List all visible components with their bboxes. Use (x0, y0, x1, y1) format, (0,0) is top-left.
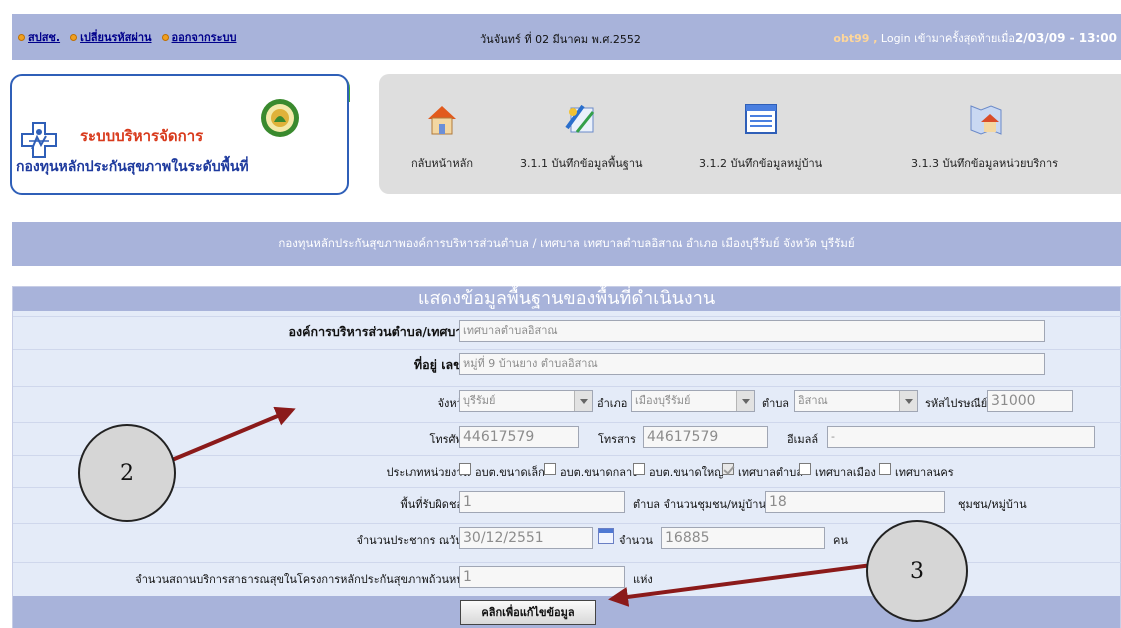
checkbox-town-municipality[interactable] (799, 463, 811, 475)
district-value: เมืองบุรีรัมย์ (635, 394, 691, 407)
subdistrict-value: อิสาณ (798, 394, 828, 407)
fax-label: โทรสาร (598, 433, 636, 446)
unit-type-medium-tao[interactable]: อบต.ขนาดกลาง (560, 463, 638, 481)
population-count-input[interactable]: 16885 (661, 527, 825, 549)
list-window-icon (744, 104, 777, 134)
population-unit-label: คน (833, 534, 848, 547)
fax-input[interactable]: 44617579 (643, 426, 768, 448)
bullet-icon (161, 33, 169, 41)
checkbox-subdistrict-municipality[interactable] (722, 463, 734, 475)
zip-input[interactable]: 31000 (987, 390, 1073, 412)
link-change-password[interactable]: เปลี่ยนรหัสผ่าน (70, 28, 152, 46)
nav-service-unit-data-label[interactable]: 3.1.3 บันทึกข้อมูลหน่วยบริการ (911, 154, 1058, 172)
nav-home-label[interactable]: กลับหน้าหลัก (411, 154, 473, 172)
top-links: สปสช. เปลี่ยนรหัสผ่าน ออกจากระบบ (18, 28, 236, 46)
district-select[interactable]: เมืองบุรีรัมย์ (631, 390, 755, 412)
link-nhso-label[interactable]: สปสช. (28, 28, 60, 46)
bullet-icon (70, 33, 78, 41)
area-input[interactable]: 1 (459, 491, 625, 513)
unit-type-subdistrict-municipality[interactable]: เทศบาลตำบล (738, 463, 803, 481)
phone-input[interactable]: 44617579 (459, 426, 579, 448)
bullet-icon (18, 33, 25, 41)
village-count-label: ตำบล จำนวนชุมชน/หมู่บ้าน (633, 498, 766, 511)
chevron-down-icon[interactable] (736, 391, 754, 411)
form-title: แสดงข้อมูลพื้นฐานของพื้นที่ดำเนินงาน (13, 287, 1120, 311)
nav-village-data-label[interactable]: 3.1.2 บันทึกข้อมูลหมู่บ้าน (699, 154, 822, 172)
link-logout[interactable]: ออกจากระบบ (161, 28, 237, 46)
facility-unit-label: แห่ง (633, 573, 653, 586)
population-label: จำนวนประชากร ณวันที่ (356, 534, 471, 547)
checkbox-medium-tao[interactable] (544, 463, 556, 475)
email-input[interactable]: - (827, 426, 1095, 448)
village-unit-label: ชุมชน/หมู่บ้าน (958, 498, 1027, 511)
population-date-input[interactable]: 30/12/2551 (459, 527, 593, 549)
login-time: 2/03/09 - 13:00 (1014, 31, 1117, 45)
ministry-seal-icon (261, 99, 299, 137)
nav-home[interactable]: กลับหน้าหลัก (411, 102, 473, 172)
nav-basic-data-label[interactable]: 3.1.1 บันทึกข้อมูลพื้นฐาน (520, 154, 643, 172)
province-value: บุรีรัมย์ (463, 394, 496, 407)
medical-cross-logo-icon (21, 122, 57, 158)
org-banner: กองทุนหลักประกันสุขภาพองค์การบริหารส่วนต… (12, 222, 1121, 266)
unit-type-small-tao[interactable]: อบต.ขนาดเล็ก (475, 463, 545, 481)
nav-basic-data[interactable]: 3.1.1 บันทึกข้อมูลพื้นฐาน (520, 102, 643, 172)
unit-type-label: ประเภทหน่วยงาน (386, 466, 470, 479)
checkbox-city-municipality[interactable] (879, 463, 891, 475)
row-area: พื้นที่รับผิดชอบ 1 ตำบล จำนวนชุมชน/หมู่บ… (13, 487, 1121, 515)
checkbox-small-tao[interactable] (459, 463, 471, 475)
link-change-password-label[interactable]: เปลี่ยนรหัสผ่าน (80, 28, 151, 46)
nav-service-unit-data[interactable]: 3.1.3 บันทึกข้อมูลหน่วยบริการ (911, 102, 1058, 172)
login-text: Login เข้ามาครั้งสุดท้ายเมื่อ (877, 32, 1015, 45)
link-logout-label[interactable]: ออกจากระบบ (172, 28, 237, 46)
unit-type-city-municipality[interactable]: เทศบาลนคร (895, 463, 954, 481)
app-root: สปสช. เปลี่ยนรหัสผ่าน ออกจากระบบ วันจันท… (0, 0, 1121, 628)
calendar-icon[interactable] (598, 528, 614, 544)
top-bar: สปสช. เปลี่ยนรหัสผ่าน ออกจากระบบ วันจันท… (12, 14, 1121, 60)
edit-tools-icon (565, 104, 595, 133)
current-date: วันจันทร์ ที่ 02 มีนาคม พ.ศ.2552 (480, 33, 641, 46)
annotation-callout-3: 3 (866, 520, 968, 622)
map-house-icon (970, 105, 1002, 135)
login-user: obt99 , (833, 32, 878, 45)
org-label: องค์การบริหารส่วนตำบล/เทศบาล (288, 324, 470, 339)
chevron-down-icon[interactable] (574, 391, 592, 411)
row-unit-type: ประเภทหน่วยงาน อบต.ขนาดเล็ก อบต.ขนาดกลาง… (13, 455, 1121, 483)
login-info: obt99 , Login เข้ามาครั้งสุดท้ายเมื่อ2/0… (833, 29, 1117, 47)
home-icon (427, 106, 456, 135)
row-contact: โทรศัพท์ 44617579 โทรสาร 44617579 อีเมลล… (13, 422, 1121, 450)
edit-data-button[interactable]: คลิกเพื่อแก้ไขข้อมูล (460, 600, 596, 625)
org-input[interactable]: เทศบาลตำบลอิสาณ (459, 320, 1045, 342)
row-address: ที่อยู่ เลขที่ หมู่ที่ 9 บ้านยาง ตำบลอิส… (13, 349, 1121, 377)
chevron-down-icon[interactable] (899, 391, 917, 411)
village-count-input[interactable]: 18 (765, 491, 945, 513)
logo-title: ระบบบริหารจัดการ (80, 127, 204, 145)
population-count-label: จำนวน (619, 534, 653, 547)
row-location: จังหวัด บุรีรัมย์ อำเภอ เมืองบุรีรัมย์ ต… (13, 386, 1121, 414)
unit-type-town-municipality[interactable]: เทศบาลเมือง (815, 463, 876, 481)
checkbox-large-tao[interactable] (633, 463, 645, 475)
logo-box: ระบบบริหารจัดการ กองทุนหลักประกันสุขภาพใ… (10, 74, 349, 195)
logo-subtitle: กองทุนหลักประกันสุขภาพในระดับพื้นที่ (16, 159, 249, 175)
unit-type-large-tao[interactable]: อบต.ขนาดใหญ่ (649, 463, 724, 481)
subdistrict-select[interactable]: อิสาณ (794, 390, 918, 412)
link-nhso[interactable]: สปสช. (18, 28, 60, 46)
province-select[interactable]: บุรีรัมย์ (459, 390, 593, 412)
nav-panel: กลับหน้าหลัก 3.1.1 บันทึกข้อมูลพื้นฐาน 3… (379, 74, 1121, 194)
subdistrict-label: ตำบล (762, 397, 790, 410)
zip-label: รหัสไปรษณีย์ (925, 397, 988, 410)
address-input[interactable]: หมู่ที่ 9 บ้านยาง ตำบลอิสาณ (459, 353, 1045, 375)
annotation-callout-2: 2 (78, 424, 176, 522)
district-label: อำเภอ (597, 397, 628, 410)
facility-input[interactable]: 1 (459, 566, 625, 588)
nav-village-data[interactable]: 3.1.2 บันทึกข้อมูลหมู่บ้าน (699, 102, 822, 172)
email-label: อีเมลล์ (787, 433, 819, 446)
facility-label: จำนวนสถานบริการสาธารณสุขในโครงการหลักประ… (135, 573, 470, 586)
row-org: องค์การบริหารส่วนตำบล/เทศบาล เทศบาลตำบลอ… (13, 316, 1121, 344)
